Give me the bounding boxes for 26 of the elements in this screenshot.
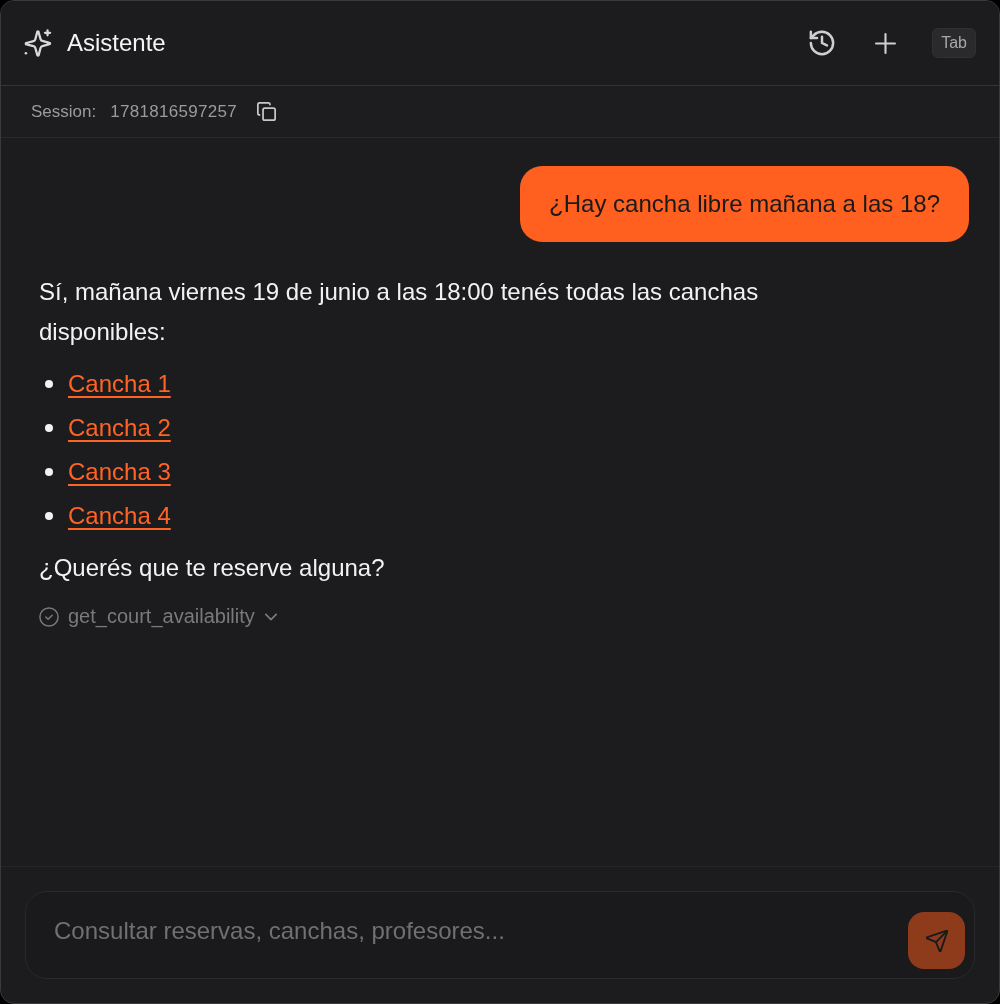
- assistant-message-text: ¿Querés que te reserve alguna?: [39, 553, 386, 583]
- message-input[interactable]: Consultar reservas, canchas, profesores...: [25, 891, 975, 979]
- user-message-bubble: ¿Hay cancha libre mañana a las 18?: [520, 166, 969, 242]
- court-link[interactable]: Cancha 4: [68, 502, 171, 530]
- history-icon: [809, 30, 836, 56]
- session-label: Session:: [31, 101, 97, 122]
- copy-icon: [257, 102, 276, 121]
- bullet-icon: [45, 380, 53, 388]
- send-icon: [925, 929, 948, 952]
- court-link[interactable]: Cancha 3: [68, 458, 171, 486]
- session-id: 1781816597257: [110, 101, 237, 122]
- sparkle-icon: [24, 29, 52, 57]
- court-link[interactable]: Cancha 2: [68, 414, 171, 442]
- bullet-icon: [45, 424, 53, 432]
- assistant-message-text: Sí, mañana viernes 19 de junio a las 18:00 tenés todas las canchas disponibles:: [39, 277, 760, 347]
- copy-button[interactable]: [257, 102, 276, 121]
- tab-key-hint: Tab: [932, 28, 976, 58]
- new-chat-button[interactable]: [875, 32, 897, 54]
- bullet-icon: [45, 512, 53, 520]
- plus-icon: [875, 32, 897, 54]
- window-title: Asistente: [67, 29, 166, 57]
- bullet-icon: [45, 468, 53, 476]
- court-link[interactable]: Cancha 1: [68, 370, 171, 398]
- check-circle-icon: [39, 606, 59, 627]
- tool-call-toggle[interactable]: get_court_availability: [39, 605, 277, 628]
- history-button[interactable]: [809, 30, 836, 56]
